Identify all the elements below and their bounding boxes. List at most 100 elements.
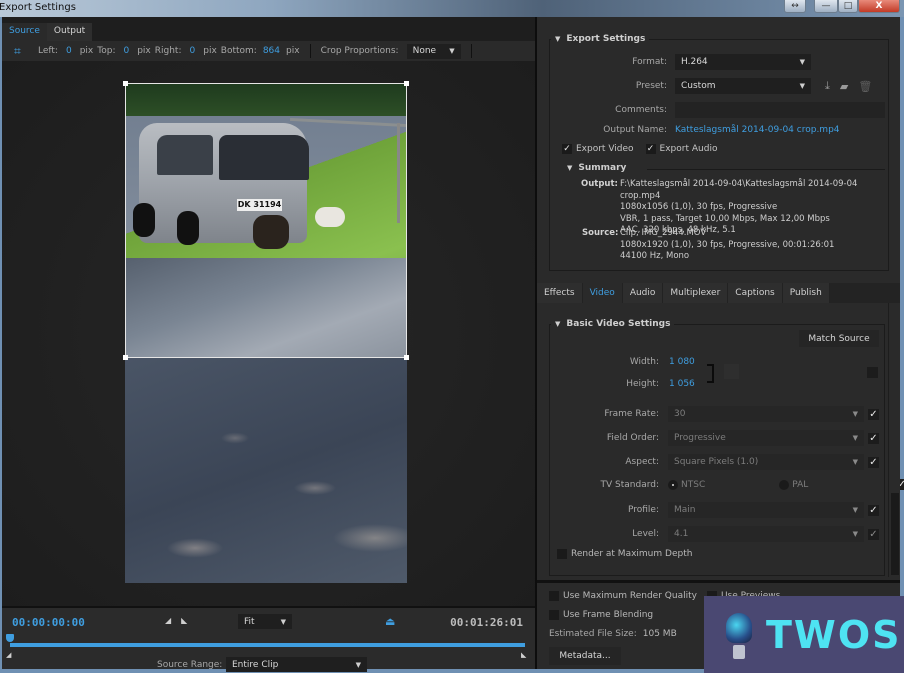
zoom-level-dropdown[interactable]: Fit ▼ [238, 614, 292, 629]
crop-handle-top-right[interactable] [404, 81, 409, 86]
aspect-toggle-icon[interactable]: ⏏ [385, 615, 395, 628]
frame-blending-checkbox[interactable] [549, 610, 559, 620]
crop-top-label: Top: [97, 46, 116, 56]
height-value[interactable]: 1 056 [669, 379, 695, 389]
output-name-label: Output Name: [603, 125, 667, 135]
tab-source[interactable]: Source [2, 23, 47, 41]
level-dropdown[interactable]: 4.1 ▼ [668, 526, 864, 542]
export-settings-window: Source Output ⌗ Left: 0 pix Top: 0 pix R… [2, 17, 904, 672]
basic-video-header[interactable]: ▼ Basic Video Settings [551, 319, 675, 329]
format-dropdown[interactable]: H.264 ▼ [675, 54, 811, 70]
crop-frame[interactable] [123, 81, 409, 360]
set-in-point-icon[interactable]: ◢ [165, 616, 171, 625]
basic-video-title: Basic Video Settings [566, 319, 671, 329]
swap-button[interactable]: ↔ [784, 0, 806, 13]
summary-source-clip: Clip, IMG_2944.MOV [620, 228, 707, 238]
summary-header[interactable]: ▼ Summary [563, 163, 631, 173]
tab-captions[interactable]: Captions [728, 283, 783, 303]
tab-output[interactable]: Output [46, 23, 93, 41]
scrollbar-thumb[interactable] [891, 493, 899, 575]
tab-audio[interactable]: Audio [622, 283, 664, 303]
timeline-track[interactable] [10, 643, 525, 647]
field-order-dropdown[interactable]: Progressive ▼ [668, 430, 864, 446]
export-video-label: Export Video [576, 144, 634, 154]
comments-input[interactable] [675, 102, 885, 118]
current-timecode[interactable]: 00:00:00:00 [12, 616, 85, 629]
constrain-proportions-toggle[interactable] [724, 364, 739, 379]
crop-bottom-value[interactable]: 864 [263, 46, 280, 56]
settings-panel: ▼ Export Settings Format: H.264 ▼ Preset:… [537, 17, 904, 669]
width-value[interactable]: 1 080 [669, 357, 695, 367]
crop-icon[interactable]: ⌗ [14, 44, 28, 58]
save-preset-icon[interactable]: ⤓ [825, 79, 830, 93]
tab-video[interactable]: Video [582, 283, 623, 303]
crop-proportions-value: None [412, 46, 437, 56]
match-source-button[interactable]: Match Source [799, 330, 879, 347]
field-order-match-checkbox[interactable]: ✓ [868, 432, 879, 444]
crop-toolbar: ⌗ Left: 0 pix Top: 0 pix Right: 0 pix Bo… [2, 41, 535, 61]
chevron-down-icon: ▼ [852, 530, 858, 538]
frame-rate-dropdown[interactable]: 30 ▼ [668, 406, 864, 422]
crop-handle-bottom-right[interactable] [404, 355, 409, 360]
chevron-down-icon: ▼ [852, 506, 858, 514]
minimize-button[interactable]: — [814, 0, 838, 13]
import-preset-icon[interactable]: ▰ [840, 80, 848, 93]
in-point-marker[interactable]: ◢ [6, 651, 11, 659]
close-button[interactable]: X [858, 0, 900, 13]
frame-rate-row: Frame Rate: 30 ▼ ✓ [537, 406, 879, 422]
settings-scrollbar[interactable] [888, 303, 900, 577]
in-out-marker-buttons: ◢ ◣ [165, 616, 187, 625]
crop-handle-top-left[interactable] [123, 81, 128, 86]
summary-output-video: 1080x1056 (1,0), 30 fps, Progressive [620, 202, 778, 212]
tv-standard-row: TV Standard: NTSC PAL ✓ [537, 479, 904, 490]
output-name-link[interactable]: Katteslagsmål 2014-09-04 crop.mp4 [675, 125, 840, 135]
aspect-match-checkbox[interactable]: ✓ [868, 456, 879, 468]
minimize-icon: — [821, 1, 831, 11]
ntsc-radio[interactable] [668, 479, 678, 490]
crop-handle-bottom-left[interactable] [123, 355, 128, 360]
export-toggles-row: ✓ Export Video ✓ Export Audio [562, 144, 717, 154]
export-video-checkbox[interactable]: ✓ [562, 144, 572, 154]
metadata-button[interactable]: Metadata... [549, 647, 621, 665]
crop-proportions-dropdown[interactable]: None ▼ [406, 43, 461, 59]
resize-checkbox[interactable] [867, 367, 878, 378]
export-audio-label: Export Audio [659, 144, 718, 154]
preset-dropdown[interactable]: Custom ▼ [675, 78, 811, 94]
crop-top-value[interactable]: 0 [123, 46, 129, 56]
crop-unit: pix [79, 46, 94, 56]
frame-rate-match-checkbox[interactable]: ✓ [868, 408, 879, 420]
tab-multiplexer[interactable]: Multiplexer [663, 283, 729, 303]
source-range-dropdown[interactable]: Entire Clip ▼ [226, 657, 367, 672]
level-match-checkbox[interactable]: ✓ [868, 528, 879, 540]
pal-radio[interactable] [779, 479, 790, 490]
delete-preset-icon[interactable]: 🗑 [858, 80, 872, 93]
render-max-depth-label: Render at Maximum Depth [571, 549, 693, 559]
export-audio-checkbox[interactable]: ✓ [645, 144, 656, 154]
render-max-depth-checkbox[interactable] [557, 549, 567, 559]
export-settings-header[interactable]: ▼ Export Settings [551, 34, 650, 44]
crop-left-value[interactable]: 0 [66, 46, 72, 56]
profile-dropdown[interactable]: Main ▼ [668, 502, 864, 518]
set-out-point-icon[interactable]: ◣ [181, 616, 187, 625]
crop-right-value[interactable]: 0 [190, 46, 196, 56]
summary-source-lines: Clip, IMG_2944.MOV 1080x1920 (1,0), 30 f… [620, 228, 834, 263]
playhead-handle[interactable] [6, 634, 14, 642]
tab-effects[interactable]: Effects [537, 283, 583, 303]
preset-value: Custom [681, 81, 716, 91]
chevron-down-icon: ▼ [355, 660, 361, 669]
out-point-marker[interactable]: ◣ [521, 651, 526, 659]
frame-rate-label: Frame Rate: [604, 409, 659, 419]
aspect-dropdown[interactable]: Square Pixels (1.0) ▼ [668, 454, 864, 470]
max-render-quality-checkbox[interactable] [549, 591, 559, 601]
tab-publish[interactable]: Publish [782, 283, 830, 303]
summary-title: Summary [578, 163, 627, 173]
source-output-tabs: Source Output [2, 23, 93, 41]
bulb-base [733, 644, 745, 659]
chevron-down-icon: ▼ [799, 82, 805, 90]
dimension-link-bracket [707, 364, 714, 383]
crop-unit: pix [286, 46, 300, 56]
collapse-triangle-icon: ▼ [555, 35, 561, 43]
source-range-label: Source Range: [157, 660, 223, 670]
profile-match-checkbox[interactable]: ✓ [868, 504, 879, 516]
maximize-button[interactable]: □ [838, 0, 858, 13]
